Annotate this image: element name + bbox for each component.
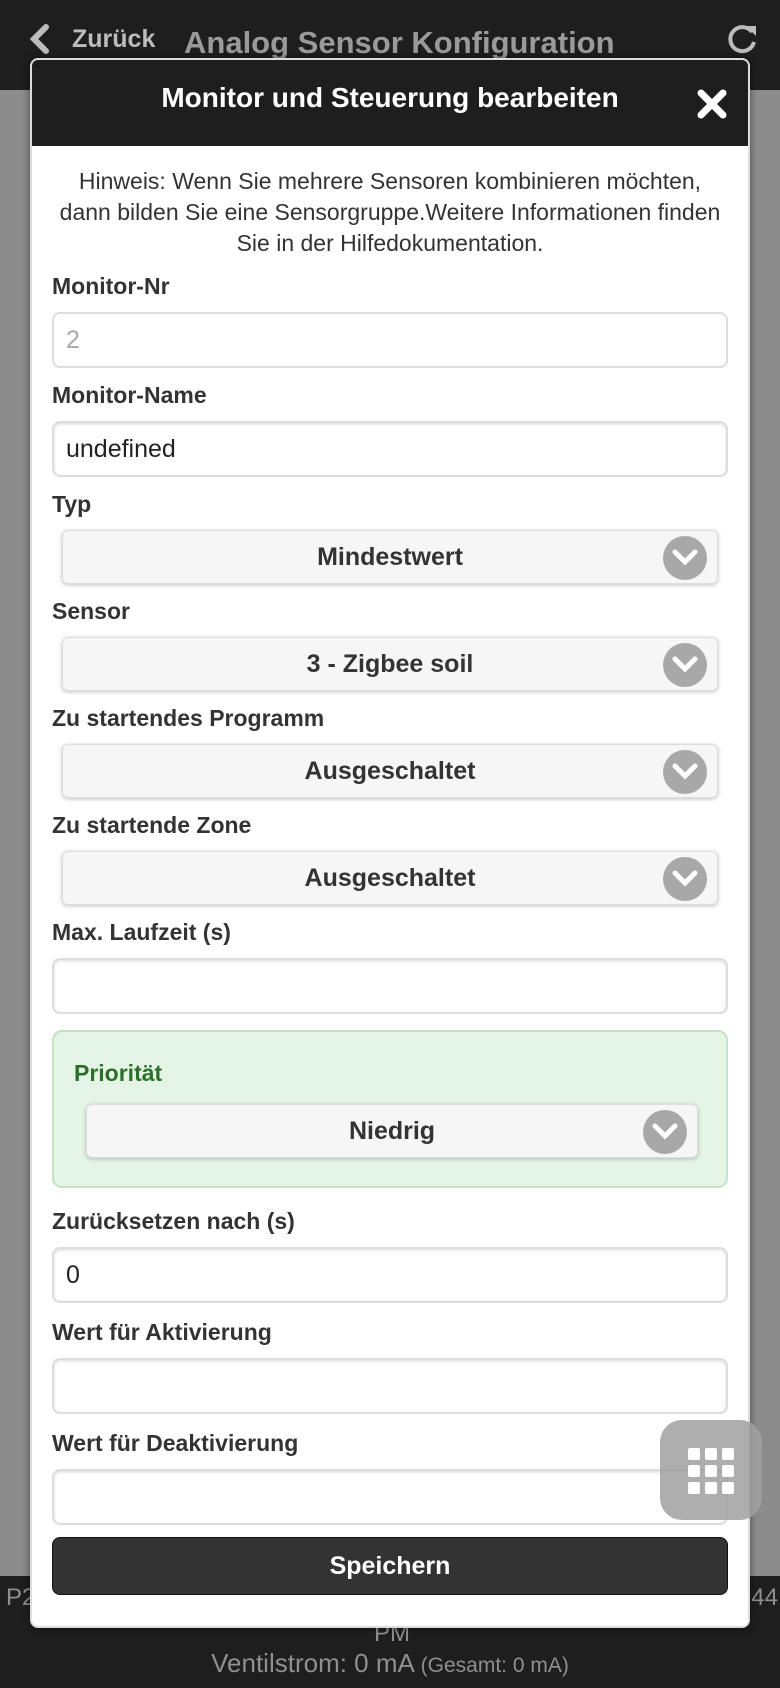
back-label: Zurück [72, 24, 156, 53]
typ-label: Typ [52, 491, 92, 517]
monitor-name-label: Monitor-Name [52, 382, 207, 408]
chevron-down-icon [663, 750, 707, 794]
monitor-nr-label: Monitor-Nr [52, 273, 170, 299]
zone-select[interactable]: Ausgeschaltet [62, 851, 718, 905]
program-selected: Ausgeschaltet [304, 757, 476, 785]
monitor-nr-field: 2 [52, 312, 728, 368]
dialog-title: Monitor und Steuerung bearbeiten [161, 82, 619, 113]
save-button[interactable]: Speichern [52, 1537, 728, 1595]
monitor-name-field[interactable]: undefined [52, 421, 728, 477]
dialog-body: Hinweis: Wenn Sie mehrere Sensoren kombi… [32, 166, 748, 1595]
page-title: Analog Sensor Konfiguration [184, 25, 615, 60]
dialog-header: Monitor und Steuerung bearbeiten [32, 60, 748, 146]
max-runtime-field[interactable] [52, 958, 728, 1014]
typ-select[interactable]: Mindestwert [62, 530, 718, 584]
priority-selected: Niedrig [348, 1117, 436, 1145]
max-runtime-label: Max. Laufzeit (s) [52, 919, 231, 945]
chevron-down-icon [663, 536, 707, 580]
chevron-down-icon [663, 643, 707, 687]
sensor-selected: 3 - Zigbee soil [306, 650, 474, 678]
valve-current-text: Ventilstrom: 0 mA (Gesamt: 0 mA) [0, 1648, 780, 1679]
keypad-button[interactable] [660, 1420, 762, 1520]
footer-right-text: 44 [751, 1584, 778, 1611]
refresh-icon[interactable] [724, 22, 760, 58]
chevron-down-icon [663, 857, 707, 901]
activation-value-field[interactable] [52, 1358, 728, 1414]
priority-select[interactable]: Niedrig [86, 1104, 698, 1158]
valve-total: (Gesamt: 0 mA) [420, 1654, 569, 1677]
program-select[interactable]: Ausgeschaltet [62, 744, 718, 798]
deactivation-value-label: Wert für Deaktivierung [52, 1430, 299, 1456]
program-label: Zu startendes Programm [52, 705, 325, 731]
priority-label: Priorität [74, 1060, 163, 1086]
edit-monitor-dialog: Monitor und Steuerung bearbeiten Hinweis… [30, 58, 750, 1628]
chevron-left-icon [29, 24, 49, 54]
hint-text: Hinweis: Wenn Sie mehrere Sensoren kombi… [59, 168, 721, 256]
reset-after-label: Zurücksetzen nach (s) [52, 1208, 295, 1234]
reset-after-field[interactable]: 0 [52, 1247, 728, 1303]
back-button[interactable]: Zurück [28, 24, 155, 54]
valve-current: Ventilstrom: 0 mA [211, 1648, 414, 1678]
zone-label: Zu startende Zone [52, 812, 252, 838]
zone-selected: Ausgeschaltet [304, 864, 476, 892]
deactivation-value-field[interactable] [52, 1469, 728, 1525]
close-icon[interactable] [696, 88, 728, 120]
chevron-down-icon [643, 1110, 687, 1154]
sensor-select[interactable]: 3 - Zigbee soil [62, 637, 718, 691]
activation-value-label: Wert für Aktivierung [52, 1319, 272, 1345]
typ-selected: Mindestwert [317, 543, 463, 571]
sensor-label: Sensor [52, 598, 130, 624]
keypad-grid-icon [688, 1448, 734, 1494]
priority-panel: Priorität Niedrig [52, 1030, 728, 1188]
